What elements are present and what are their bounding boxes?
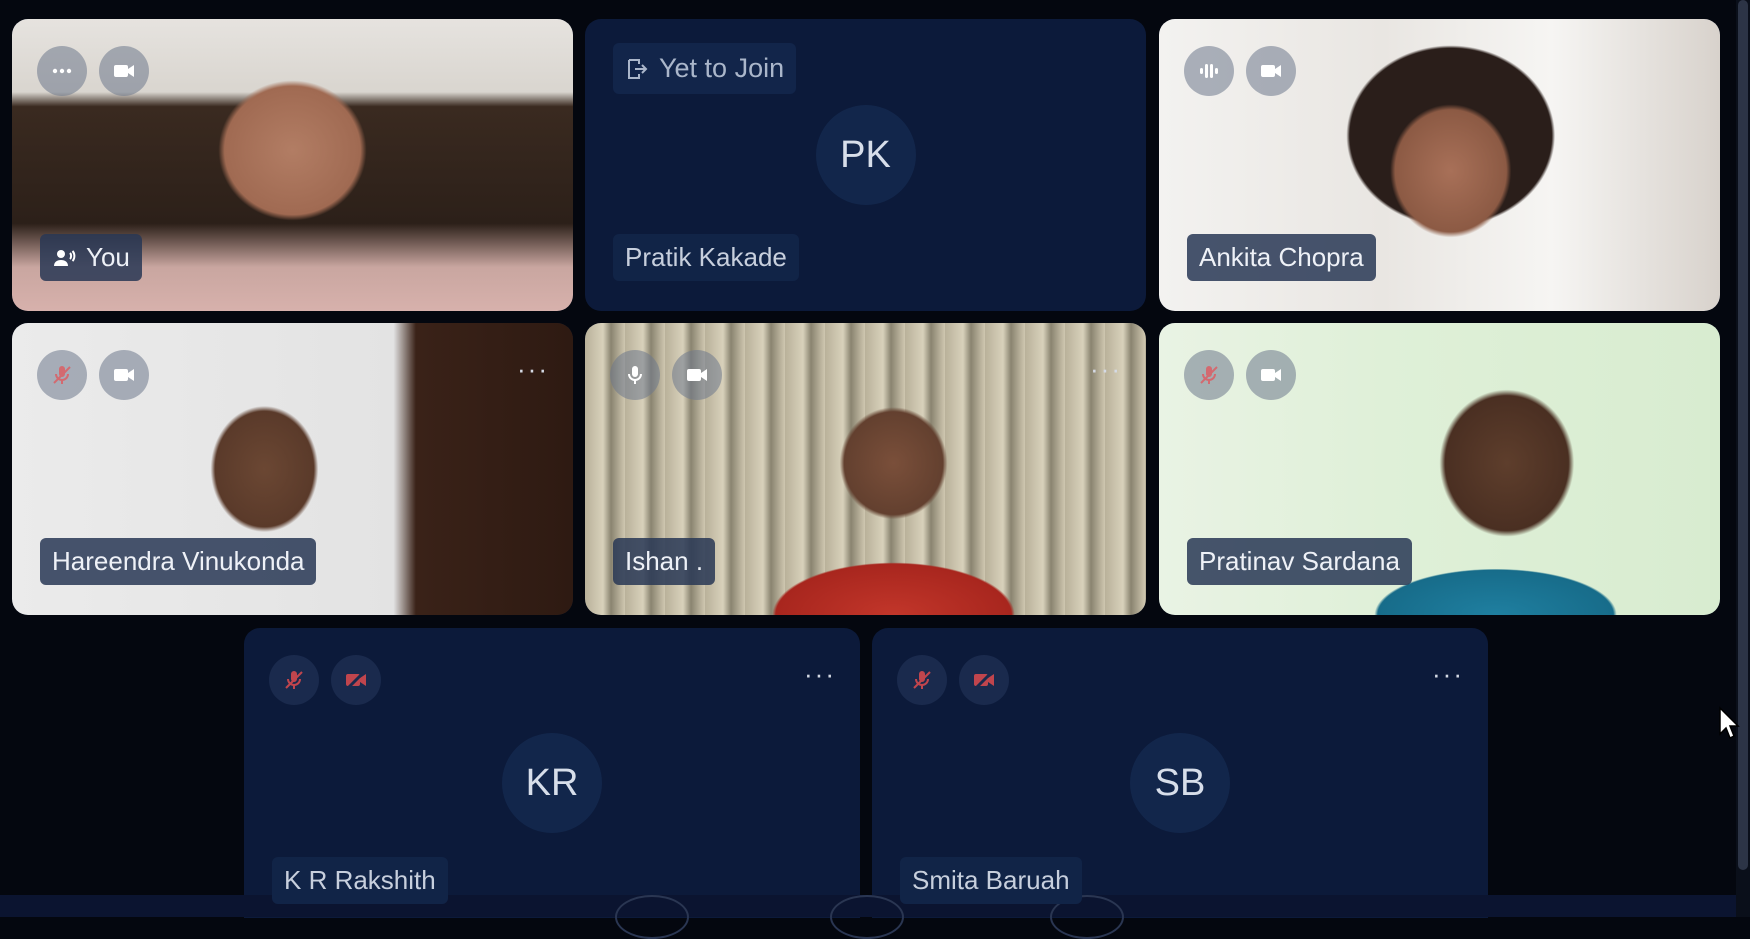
audio-wave-icon[interactable] (1184, 46, 1234, 96)
scrollbar[interactable] (1736, 0, 1750, 917)
participant-name: Hareendra Vinukonda (52, 546, 305, 576)
tile-ankita-chopra[interactable]: Ankita Chopra (1159, 19, 1720, 311)
tile-ishan[interactable]: ··· Ishan . (585, 323, 1146, 615)
toolbar-button[interactable] (615, 895, 689, 939)
tile-you[interactable]: You (12, 19, 573, 311)
tile-smita-baruah[interactable]: ··· SB Smita Baruah (872, 628, 1488, 918)
more-options-icon[interactable]: ··· (1432, 661, 1464, 687)
participant-name: Smita Baruah (912, 865, 1070, 895)
camera-icon[interactable] (99, 46, 149, 96)
avatar: PK (815, 105, 916, 205)
mic-muted-icon[interactable] (269, 655, 319, 705)
camera-off-icon[interactable] (959, 655, 1009, 705)
participant-name-label: Ankita Chopra (1187, 234, 1376, 281)
participant-name: Pratinav Sardana (1199, 546, 1400, 576)
participant-name: Pratik Kakade (625, 242, 787, 272)
tile-pratik-kakade[interactable]: Yet to Join PK Pratik Kakade (585, 19, 1146, 311)
participant-name: You (86, 242, 130, 272)
leave-icon (628, 58, 648, 79)
participant-name-label: Pratik Kakade (613, 234, 799, 281)
bottom-toolbar (0, 895, 1750, 939)
avatar: SB (1130, 733, 1230, 833)
mic-muted-icon[interactable] (1184, 350, 1234, 400)
toolbar-button[interactable] (830, 895, 904, 939)
yet-to-join-badge: Yet to Join (613, 43, 797, 94)
tile-pratinav-sardana[interactable]: Pratinav Sardana (1159, 323, 1720, 615)
camera-icon[interactable] (672, 350, 722, 400)
tile-hareendra-vinukonda[interactable]: ··· Hareendra Vinukonda (12, 323, 573, 615)
more-options-icon[interactable]: ··· (1090, 356, 1122, 382)
camera-icon[interactable] (1246, 46, 1296, 96)
speaker-icon (54, 249, 76, 266)
camera-icon[interactable] (1246, 350, 1296, 400)
more-options-icon[interactable]: ··· (804, 661, 836, 687)
participant-name-label: Pratinav Sardana (1187, 538, 1412, 585)
mic-muted-icon[interactable] (37, 350, 87, 400)
camera-icon[interactable] (99, 350, 149, 400)
status-text: Yet to Join (659, 53, 785, 83)
mouse-cursor-icon (1719, 706, 1740, 740)
camera-off-icon[interactable] (331, 655, 381, 705)
participant-name: K R Rakshith (284, 865, 436, 895)
tile-k-r-rakshith[interactable]: ··· KR K R Rakshith (244, 628, 860, 918)
participant-name-label: K R Rakshith (272, 857, 448, 904)
more-options-icon[interactable]: ··· (517, 356, 549, 382)
more-icon[interactable] (37, 46, 87, 96)
participant-name-label: Ishan . (613, 538, 716, 585)
participant-name: Ishan . (625, 546, 704, 576)
mic-muted-icon[interactable] (897, 655, 947, 705)
participant-name-label: Smita Baruah (900, 857, 1082, 904)
participant-name-label: Hareendra Vinukonda (40, 538, 317, 585)
participant-name: Ankita Chopra (1199, 242, 1364, 272)
participant-name-label: You (40, 234, 142, 281)
avatar: KR (502, 733, 602, 833)
mic-icon[interactable] (610, 350, 660, 400)
